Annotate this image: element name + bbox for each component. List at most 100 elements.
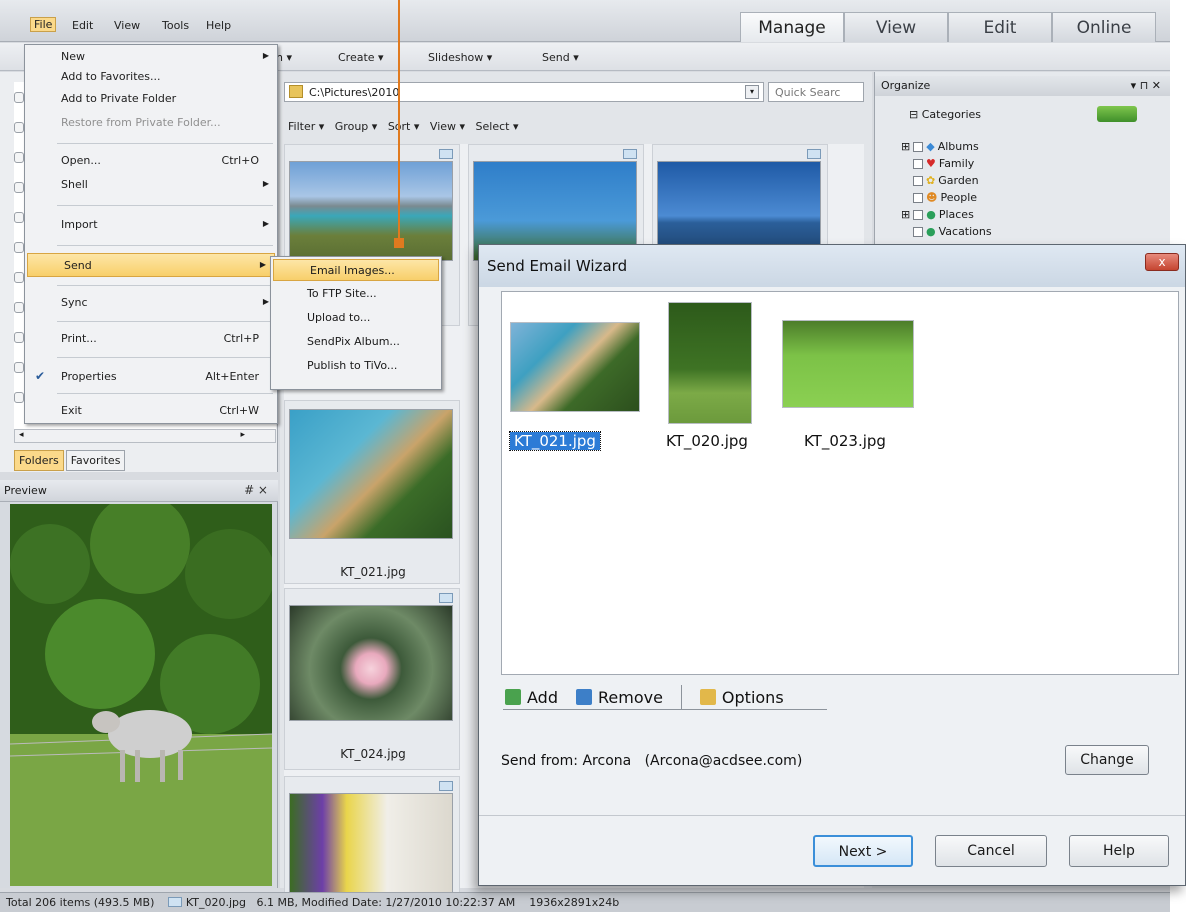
menu-item-send[interactable]: Send ▶ [27,253,275,277]
dialog-image-label[interactable]: KT_023.jpg [804,432,886,450]
toolbar-send-button[interactable]: Send ▾ [542,51,579,64]
callout-marker [394,238,404,248]
categories-header[interactable]: ⊟ Categories [909,108,981,121]
organize-pin-close-icon[interactable]: ▾ ⊓ ✕ [1131,79,1161,92]
menu-separator [57,205,273,206]
mode-tab-view[interactable]: View [844,12,948,42]
sort-button[interactable]: Sort ▾ [388,120,420,133]
mode-tab-online[interactable]: Online [1052,12,1156,42]
send-from-line: Send from: Arcona (Arcona@acdsee.com) [501,753,802,769]
submenu-publish-tivo[interactable]: Publish to TiVo... [271,355,441,377]
toolbar-slideshow-button[interactable]: Slideshow ▾ [428,51,492,64]
thumbnail-cell[interactable]: KT_024.jpg [284,588,460,770]
preview-pin-close-icon[interactable]: # × [244,483,268,497]
tree-node-icon [14,332,24,343]
menu-item-print[interactable]: Print... Ctrl+P [25,329,277,349]
organize-title: Organize [881,79,931,92]
filter-bar: Filter ▾ Group ▾ Sort ▾ View ▾ Select ▾ [288,120,519,133]
tab-favorites[interactable]: Favorites [65,450,126,471]
menu-separator [57,321,273,322]
thumbnail-cell[interactable]: KT_021.jpg [284,400,460,584]
callout-line [398,0,400,240]
help-button[interactable]: Help [1069,835,1169,867]
group-button[interactable]: Group ▾ [335,120,378,133]
dialog-title: Send Email Wizard [487,257,628,275]
select-button[interactable]: Select ▾ [476,120,519,133]
add-button[interactable]: Add [505,688,558,707]
remove-button[interactable]: Remove [575,688,663,707]
options-envelope-icon [699,688,716,705]
lamb-photo [10,504,272,886]
submenu-email-images[interactable]: Email Images... [273,259,439,281]
menu-view[interactable]: View [114,19,140,32]
tab-folders[interactable]: Folders [14,450,64,471]
category-family[interactable]: ♥ Family [913,157,974,170]
filter-button[interactable]: Filter ▾ [288,120,324,133]
next-button[interactable]: Next > [813,835,913,867]
status-bar: Total 206 items (493.5 MB) KT_020.jpg 6.… [0,892,1170,912]
menu-item-restore-private[interactable]: Restore from Private Folder... [25,113,277,133]
mode-tab-manage[interactable]: Manage [740,12,844,42]
menu-file[interactable]: File [30,17,57,32]
menu-item-open[interactable]: Open... Ctrl+O [25,151,277,171]
dialog-image-label[interactable]: KT_021.jpg [509,431,601,451]
menu-item-import[interactable]: Import ▶ [25,215,277,235]
menu-item-new[interactable]: New ▶ [25,47,277,67]
thumbnail-label: KT_024.jpg [340,747,406,761]
address-dropdown-icon[interactable]: ▾ [745,85,759,99]
email-image-list[interactable]: KT_021.jpg KT_020.jpg KT_023.jpg [501,291,1179,675]
mode-tab-edit[interactable]: Edit [948,12,1052,42]
menu-separator [57,245,273,246]
file-menu: New ▶ Add to Favorites... Add to Private … [24,44,278,424]
menu-item-add-to-private-folder[interactable]: Add to Private Folder [25,89,277,109]
checkmark-icon: ✔ [35,369,46,383]
menu-edit[interactable]: Edit [72,19,93,32]
address-bar[interactable]: C:\Pictures\2010 ▾ [284,82,764,102]
submenu-upload-to[interactable]: Upload to... [271,307,441,329]
change-button[interactable]: Change [1065,745,1149,775]
status-dimensions: 1936x2891x24b [529,896,620,909]
tree-node-icon [14,302,24,313]
category-places[interactable]: ⊞ ● Places [901,208,974,221]
status-details: 6.1 MB, Modified Date: 1/27/2010 10:22:3… [256,896,516,909]
tree-node-icon [14,392,24,403]
dialog-thumbnail[interactable] [510,322,640,412]
cancel-button[interactable]: Cancel [935,835,1047,867]
horizontal-scrollbar[interactable]: ◂ ▸ [14,429,276,443]
menu-item-properties[interactable]: ✔ Properties Alt+Enter [25,367,277,387]
category-vacations[interactable]: ● Vacations [913,225,992,238]
category-garden[interactable]: ✿ Garden [913,174,979,187]
tree-node-icon [14,272,24,283]
options-button[interactable]: Options [699,688,784,707]
quick-search-input[interactable]: Quick Searc [768,82,864,102]
dialog-thumbnail[interactable] [782,320,914,408]
category-albums[interactable]: ⊞ ◆ Albums [901,140,979,153]
submenu-sendpix-album[interactable]: SendPix Album... [271,331,441,353]
menu-tools[interactable]: Tools [162,19,189,32]
folder-icon [289,85,303,98]
categories-tools-icon[interactable] [1097,106,1137,122]
dialog-thumbnail[interactable] [668,302,752,424]
view-button[interactable]: View ▾ [430,120,465,133]
image-type-icon [439,149,453,159]
menu-help[interactable]: Help [206,19,231,32]
menu-item-add-to-favorites[interactable]: Add to Favorites... [25,67,277,87]
submenu-ftp-site[interactable]: To FTP Site... [271,283,441,305]
image-type-icon [439,781,453,791]
status-total: Total 206 items (493.5 MB) [6,896,155,909]
dialog-image-label[interactable]: KT_020.jpg [666,432,748,450]
preview-header: Preview # × [0,480,278,502]
toolbar-create-button[interactable]: Create ▾ [338,51,384,64]
scroll-right-icon[interactable]: ▸ [240,430,245,440]
menu-item-exit[interactable]: Exit Ctrl+W [25,401,277,421]
status-file: KT_020.jpg [185,896,246,909]
category-people[interactable]: ☻ People [913,191,977,204]
menu-item-sync[interactable]: Sync ▶ [25,293,277,313]
thumbnail-image [289,161,453,261]
menu-item-shell[interactable]: Shell ▶ [25,175,277,195]
menu-separator [57,285,273,286]
close-icon[interactable]: x [1145,253,1179,271]
thumbnail-image [289,409,453,539]
tree-node-icon [14,362,24,373]
scroll-left-icon[interactable]: ◂ [19,430,24,440]
